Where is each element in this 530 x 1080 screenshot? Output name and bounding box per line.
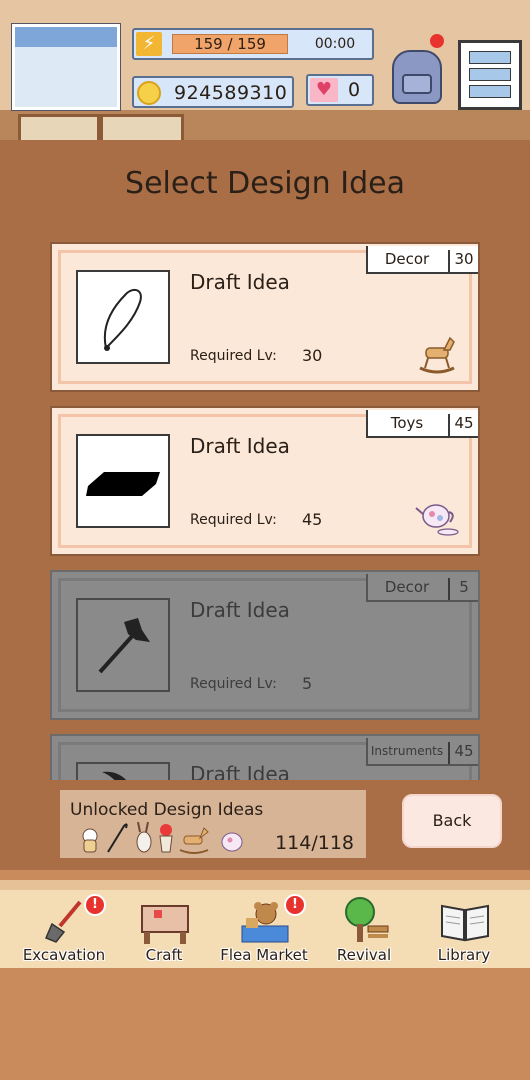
nav-flea-market[interactable]: ! Flea Market [214,892,314,968]
required-level-label: Required Lv: [190,348,277,364]
card-title: Draft Idea [190,762,290,780]
category-tag: Decor 30 [366,246,478,274]
nav-label: Library [437,946,491,964]
required-level-value: 45 [302,510,323,529]
nav-label: Craft [145,946,183,964]
bottom-spacer [0,968,530,1080]
category-tag: Decor 5 [366,574,478,602]
energy-meter: ⚡ 159 / 159 00:00 [132,28,374,60]
minimap-header [15,27,117,47]
cat-figurine-icon [82,828,98,853]
panel-title: Select Design Idea [125,166,405,201]
rabbit-icon [136,821,152,853]
tree-bench-icon [340,896,390,946]
card-title: Draft Idea [190,434,290,458]
rocking-horse-icon [179,827,209,854]
coin-icon [137,81,161,105]
book-icon [440,896,490,946]
category-tag: Toys 45 [366,410,478,438]
teapot-icon [414,492,460,538]
teapot-icon [221,832,243,852]
design-card[interactable]: Toys 45 Draft Idea Required Lv: 45 [50,406,480,556]
nav-label: Flea Market [220,946,308,964]
unlocked-ideas-count: 114/118 [275,832,354,854]
notification-dot [430,34,444,48]
rocking-horse-icon [414,328,460,374]
design-card-locked[interactable]: Decor 5 Draft Idea Required Lv: 5 [50,570,480,720]
nav-label: Excavation [22,946,106,964]
instrument-silhouette-icon [102,771,127,780]
nav-craft[interactable]: Craft [114,892,214,968]
backpack-button[interactable] [388,34,444,104]
required-level-label: Required Lv: [190,512,277,528]
collection-preview-icons [80,821,260,854]
workbench-icon [140,896,190,946]
axe-silhouette-icon [98,618,150,674]
nav-library[interactable]: Library [414,892,514,968]
required-level-label: Required Lv: [190,676,277,692]
heart-counter: ♥ 0 [306,74,374,106]
cane-icon [107,823,128,853]
coin-value: 924589310 [174,82,288,104]
card-title: Draft Idea [190,270,290,294]
nav-excavation[interactable]: ! Excavation [14,892,114,968]
backpack-pocket [402,74,432,94]
coin-counter: 924589310 [132,76,294,108]
menu-icon-bar [469,51,511,64]
design-card-locked[interactable]: Instruments 45 Draft Idea [50,734,480,780]
category-count: 45 [448,414,478,436]
category-tag: Instruments 45 [366,738,478,766]
design-idea-list[interactable]: Decor 30 Draft Idea Required Lv: 30 Toys… [50,240,480,780]
energy-timer: 00:00 [314,36,356,52]
category-name: Instruments [370,744,444,758]
required-level-value: 30 [302,346,323,365]
alert-badge: ! [284,894,306,916]
draft-thumbnail [76,434,170,528]
floor-trim [0,880,530,890]
card-title: Draft Idea [190,598,290,622]
design-card[interactable]: Decor 30 Draft Idea Required Lv: 30 [50,242,480,392]
box-silhouette-icon [86,472,160,496]
required-level-value: 5 [302,674,313,693]
draft-thumbnail [76,598,170,692]
minimap[interactable] [12,24,120,110]
menu-button[interactable] [458,40,522,110]
teddy-bear-stall-icon [240,896,290,946]
energy-value: 159 / 159 [172,34,288,54]
leaf-sketch-icon [103,288,142,351]
category-count: 45 [448,742,478,764]
category-name: Decor [384,250,430,268]
vase-icon [159,824,173,853]
category-count: 30 [448,250,478,272]
category-count: 5 [448,578,478,600]
heart-icon: ♥ [310,78,338,102]
category-name: Toys [390,414,424,432]
lightning-icon: ⚡ [136,32,162,56]
unlocked-ideas-box: Unlocked Design Ideas 114/118 [60,790,366,858]
back-button[interactable]: Back [402,794,502,848]
shovel-icon [40,896,90,946]
menu-icon-bar [469,85,511,98]
nav-label: Revival [336,946,392,964]
nav-revival[interactable]: Revival [314,892,414,968]
heart-value: 0 [348,79,361,101]
category-name: Decor [384,578,430,596]
alert-badge: ! [84,894,106,916]
unlocked-ideas-label: Unlocked Design Ideas [70,800,264,820]
draft-thumbnail [76,762,170,780]
menu-icon-bar [469,68,511,81]
draft-thumbnail [76,270,170,364]
